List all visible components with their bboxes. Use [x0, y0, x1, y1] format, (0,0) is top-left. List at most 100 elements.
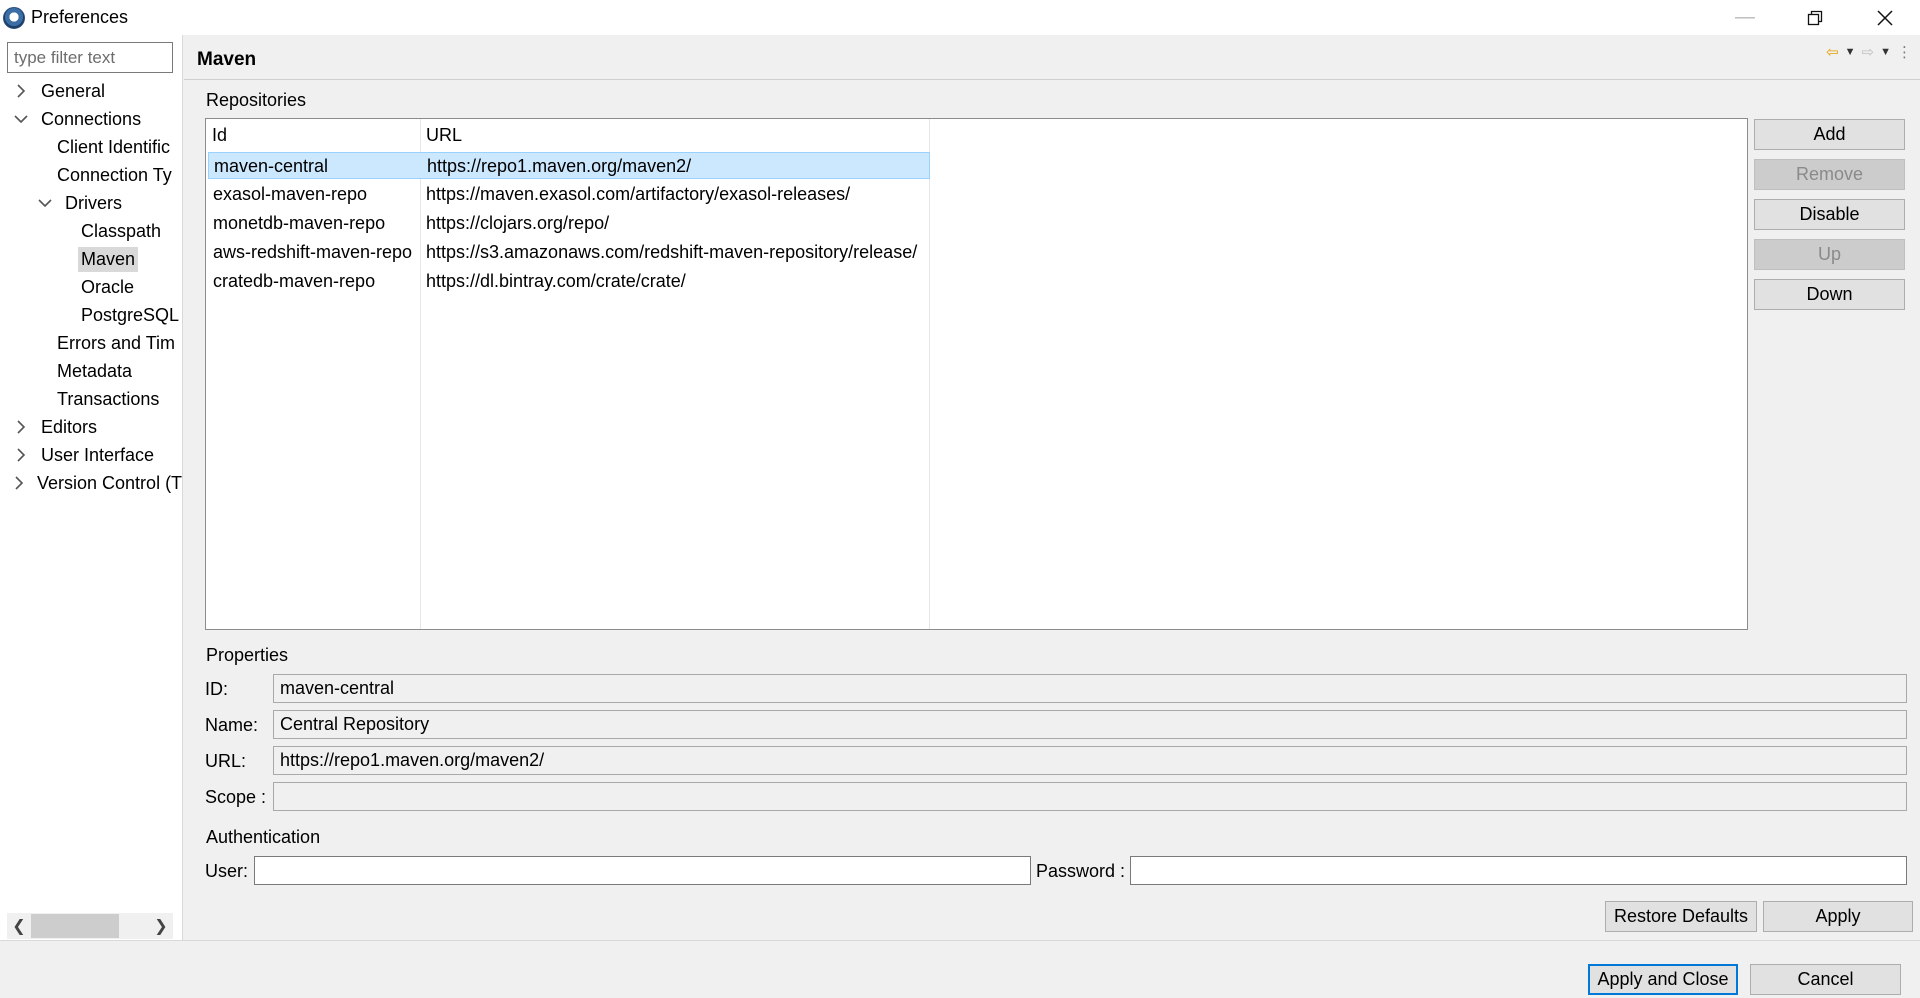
tree-item-label: Errors and Tim	[57, 332, 176, 353]
tree-item-oracle[interactable]: Oracle	[62, 273, 183, 301]
tree-item-maven[interactable]: Maven	[62, 245, 183, 273]
tree-item-classpath[interactable]: Classpath	[62, 217, 183, 245]
table-row[interactable]: aws-redshift-maven-repo https://s3.amazon…	[208, 239, 930, 266]
tree-item-label: Connections	[41, 108, 142, 129]
chevron-right-icon[interactable]	[14, 84, 28, 98]
chevron-right-icon[interactable]	[14, 476, 24, 490]
page-title: Maven	[197, 49, 257, 70]
tree-item-user-interface[interactable]: User Interface	[14, 441, 183, 469]
id-field: maven-central	[273, 674, 1907, 703]
repo-url-cell: https://dl.bintray.com/crate/crate/	[426, 271, 686, 291]
tree-item-label: Connection Ty	[57, 164, 172, 185]
password-input[interactable]	[1130, 856, 1907, 885]
close-icon[interactable]	[1850, 0, 1920, 35]
app-icon	[3, 6, 25, 29]
tree-item-label: Drivers	[65, 192, 122, 213]
scroll-right-icon[interactable]: ❯	[149, 916, 173, 936]
repo-id-cell: cratedb-maven-repo	[213, 271, 376, 291]
tree-item-drivers[interactable]: Drivers	[38, 189, 183, 217]
tree-item-label: Metadata	[57, 360, 133, 381]
up-button[interactable]: Up	[1754, 239, 1905, 270]
tree-item-connection-ty[interactable]: Connection Ty	[38, 161, 183, 189]
repo-url-cell: https://repo1.maven.org/maven2/	[427, 156, 692, 176]
tree-item-connections[interactable]: Connections	[14, 105, 183, 133]
name-field: Central Repository	[273, 710, 1907, 739]
tree-item-errors-and-tim[interactable]: Errors and Tim	[38, 329, 183, 357]
apply-and-close-button[interactable]: Apply and Close	[1588, 964, 1738, 995]
restore-defaults-button[interactable]: Restore Defaults	[1605, 901, 1757, 932]
tree-item-metadata[interactable]: Metadata	[38, 357, 183, 385]
tree-horizontal-scrollbar[interactable]: ❮ ❯	[7, 913, 173, 939]
table-row[interactable]: cratedb-maven-repo https://dl.bintray.com…	[208, 268, 930, 295]
chevron-right-icon[interactable]	[14, 420, 28, 434]
back-arrow-icon[interactable]: ⇦	[1826, 43, 1839, 61]
back-dropdown-icon[interactable]: ▼	[1845, 46, 1856, 58]
minimize-icon[interactable]: —	[1710, 0, 1780, 35]
tree-item-transactions[interactable]: Transactions	[38, 385, 183, 413]
table-row[interactable]: exasol-maven-repo https://maven.exasol.co…	[208, 181, 930, 208]
column-header-id[interactable]: Id	[206, 121, 420, 149]
chevron-down-icon[interactable]	[14, 112, 28, 126]
cancel-button[interactable]: Cancel	[1750, 964, 1901, 995]
tree-item-client-identific[interactable]: Client Identific	[38, 133, 183, 161]
add-button[interactable]: Add	[1754, 119, 1905, 150]
name-label: Name:	[205, 715, 259, 735]
tree-item-label: Maven	[78, 246, 139, 272]
table-row[interactable]: maven-central https://repo1.maven.org/mav…	[208, 152, 930, 179]
scroll-left-icon[interactable]: ❮	[7, 916, 31, 936]
properties-group-label: Properties	[206, 645, 289, 665]
page-navigation: ⇦ ▼ ⇨ ▼ ⋮	[1826, 43, 1912, 61]
restore-icon[interactable]	[1780, 0, 1850, 35]
repo-url-cell: https://clojars.org/repo/	[426, 213, 610, 233]
tree-item-label: Transactions	[57, 388, 160, 409]
repo-id-cell: aws-redshift-maven-repo	[213, 242, 413, 262]
password-label: Password :	[1036, 861, 1126, 881]
forward-dropdown-icon[interactable]: ▼	[1880, 46, 1891, 58]
down-button[interactable]: Down	[1754, 279, 1905, 310]
apply-button[interactable]: Apply	[1763, 901, 1913, 932]
tree-item-label: General	[41, 80, 106, 101]
authentication-group-label: Authentication	[206, 827, 321, 847]
scrollbar-thumb[interactable]	[31, 914, 119, 938]
tree-item-version-control-t[interactable]: Version Control (T	[14, 469, 183, 497]
tree-item-label: Editors	[41, 416, 98, 437]
forward-arrow-icon[interactable]: ⇨	[1862, 43, 1875, 61]
filter-input[interactable]	[7, 42, 173, 73]
tree-item-general[interactable]: General	[14, 77, 183, 105]
url-field: https://repo1.maven.org/maven2/	[273, 746, 1907, 775]
user-input[interactable]	[254, 856, 1031, 885]
column-header-url[interactable]: URL	[420, 121, 929, 149]
repositories-table[interactable]: Id URL maven-central https://repo1.maven.…	[205, 118, 1748, 630]
preferences-tree-panel: General Connections Client Identific Connec…	[0, 35, 183, 940]
scope-field	[273, 782, 1907, 811]
tree-item-label: Version Control (T	[37, 472, 183, 493]
repo-url-cell: https://maven.exasol.com/artifactory/exa…	[426, 184, 851, 204]
title-bar: Preferences —	[0, 0, 1920, 35]
remove-button[interactable]: Remove	[1754, 159, 1905, 190]
tree-item-postgresql[interactable]: PostgreSQL	[62, 301, 183, 329]
tree-item-label: Oracle	[81, 276, 135, 297]
url-label: URL:	[205, 751, 247, 771]
maven-preference-page: Maven ⇦ ▼ ⇨ ▼ ⋮ Repositories Id URL mave…	[184, 35, 1920, 940]
table-row[interactable]: monetdb-maven-repo https://clojars.org/re…	[208, 210, 930, 237]
repo-url-cell: https://s3.amazonaws.com/redshift-maven-…	[426, 242, 918, 262]
chevron-down-icon[interactable]	[38, 196, 52, 210]
id-label: ID:	[205, 679, 229, 699]
repo-id-cell: monetdb-maven-repo	[213, 213, 386, 233]
repo-id-cell: exasol-maven-repo	[213, 184, 368, 204]
chevron-right-icon[interactable]	[14, 448, 28, 462]
tree-item-label: User Interface	[41, 444, 155, 465]
tree-item-label: Client Identific	[57, 136, 171, 157]
disable-button[interactable]: Disable	[1754, 199, 1905, 230]
tree-item-editors[interactable]: Editors	[14, 413, 183, 441]
view-menu-icon[interactable]: ⋮	[1897, 43, 1912, 61]
